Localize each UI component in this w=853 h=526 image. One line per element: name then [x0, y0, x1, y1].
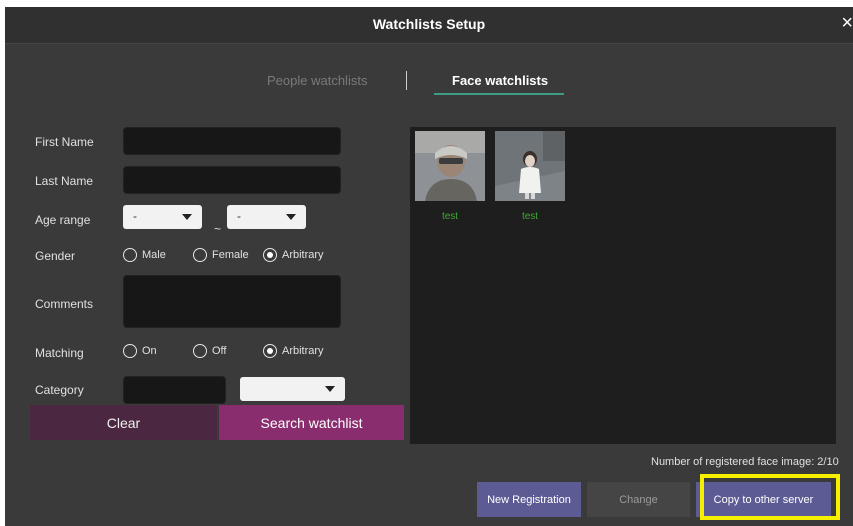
search-watchlist-button[interactable]: Search watchlist [219, 405, 404, 440]
face-thumbnail-1[interactable] [415, 131, 485, 201]
face-name-2: test [521, 211, 539, 222]
gender-arbitrary-label: Arbitrary [282, 249, 324, 261]
chevron-down-icon [182, 214, 192, 220]
age-range-separator: ~ [214, 222, 222, 236]
age-to-select[interactable]: - [227, 205, 306, 229]
copy-to-other-server-button[interactable]: Copy to other server [696, 482, 831, 517]
new-registration-button[interactable]: New Registration [477, 482, 581, 517]
matching-label: Matching [35, 346, 84, 360]
change-button: Change [587, 482, 690, 517]
man-photo-icon [415, 131, 485, 201]
tab-separator [406, 71, 407, 90]
chevron-down-icon [286, 214, 296, 220]
age-range-label: Age range [35, 213, 91, 227]
last-name-input[interactable] [123, 166, 341, 194]
gender-label: Gender [35, 249, 76, 263]
matching-on-radio[interactable] [123, 344, 137, 358]
face-gallery: test test [410, 127, 836, 444]
title-bar: Watchlists Setup × [5, 7, 853, 44]
matching-off-label: Off [212, 345, 227, 357]
first-name-label: First Name [35, 135, 94, 149]
tab-face-watchlists[interactable]: Face watchlists [452, 73, 548, 88]
face-name-1: test [441, 211, 459, 222]
last-name-label: Last Name [35, 174, 94, 188]
chevron-down-icon [325, 386, 335, 392]
gender-male-label: Male [142, 249, 166, 261]
registered-count-text: Number of registered face image: 2/10 [651, 456, 839, 468]
watchlists-setup-dialog: Watchlists Setup × People watchlists Fac… [5, 7, 853, 526]
age-to-value: - [237, 209, 241, 223]
first-name-input[interactable] [123, 127, 341, 155]
category-select[interactable] [240, 377, 345, 401]
category-input[interactable] [123, 376, 226, 404]
age-from-select[interactable]: - [123, 205, 202, 229]
close-icon[interactable]: × [841, 12, 853, 35]
dialog-title: Watchlists Setup [372, 16, 486, 32]
gender-female-label: Female [212, 249, 249, 261]
woman-photo-icon [495, 131, 565, 201]
matching-arbitrary-label: Arbitrary [282, 345, 324, 357]
matching-on-label: On [142, 345, 157, 357]
matching-off-radio[interactable] [193, 344, 207, 358]
age-from-value: - [133, 209, 137, 223]
matching-arbitrary-radio[interactable] [263, 344, 277, 358]
clear-button[interactable]: Clear [30, 405, 217, 440]
active-tab-underline [434, 93, 564, 95]
face-thumbnail-2[interactable] [495, 131, 565, 201]
comments-input[interactable] [123, 275, 341, 328]
gender-arbitrary-radio[interactable] [263, 248, 277, 262]
gender-female-radio[interactable] [193, 248, 207, 262]
comments-label: Comments [35, 297, 94, 311]
tab-people-watchlists[interactable]: People watchlists [267, 73, 367, 88]
gender-male-radio[interactable] [123, 248, 137, 262]
category-label: Category [35, 383, 84, 397]
